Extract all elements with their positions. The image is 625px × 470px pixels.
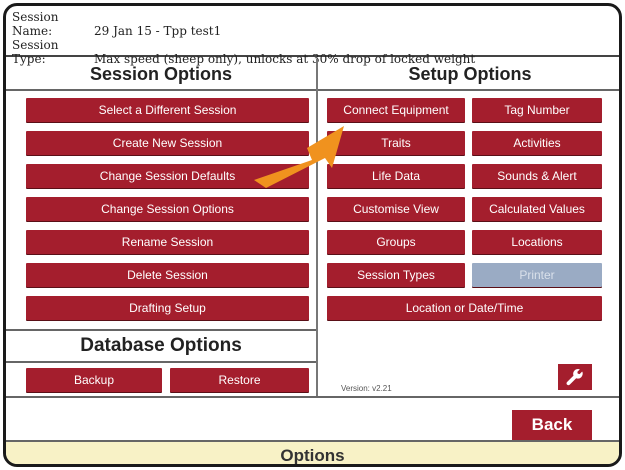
traits-button[interactable]: Traits	[327, 131, 465, 155]
rename-session-button[interactable]: Rename Session	[26, 230, 309, 254]
life-data-button[interactable]: Life Data	[327, 164, 465, 188]
calculated-values-button[interactable]: Calculated Values	[472, 197, 602, 221]
sounds-alert-button[interactable]: Sounds & Alert	[472, 164, 602, 188]
create-new-session-button[interactable]: Create New Session	[26, 131, 309, 155]
version-label: Version: v2.21	[341, 384, 392, 393]
locations-button[interactable]: Locations	[472, 230, 602, 254]
session-info-header: Session Name: 29 Jan 15 - Tpp test1 Sessi…	[6, 6, 619, 66]
footer-title: Options	[6, 440, 619, 464]
options-screen: Session Name: 29 Jan 15 - Tpp test1 Sessi…	[3, 3, 622, 467]
session-types-button[interactable]: Session Types	[327, 263, 465, 287]
customise-view-button[interactable]: Customise View	[327, 197, 465, 221]
change-session-defaults-button[interactable]: Change Session Defaults	[26, 164, 309, 188]
setup-options-title: Setup Options	[318, 59, 619, 91]
session-name-row: Session Name: 29 Jan 15 - Tpp test1	[12, 10, 613, 38]
session-name-value: 29 Jan 15 - Tpp test1	[94, 24, 222, 38]
drafting-setup-button[interactable]: Drafting Setup	[26, 296, 309, 320]
restore-button[interactable]: Restore	[170, 368, 309, 392]
groups-button[interactable]: Groups	[327, 230, 465, 254]
activities-button[interactable]: Activities	[472, 131, 602, 155]
tag-number-button[interactable]: Tag Number	[472, 98, 602, 122]
database-options-title: Database Options	[6, 329, 316, 363]
select-different-session-button[interactable]: Select a Different Session	[26, 98, 309, 122]
change-session-options-button[interactable]: Change Session Options	[26, 197, 309, 221]
session-name-label: Session Name:	[12, 10, 59, 38]
wrench-button[interactable]	[558, 364, 592, 390]
wrench-icon	[566, 369, 583, 386]
printer-button[interactable]: Printer	[472, 263, 602, 287]
delete-session-button[interactable]: Delete Session	[26, 263, 309, 287]
back-button[interactable]: Back	[512, 410, 592, 440]
backup-button[interactable]: Backup	[26, 368, 162, 392]
bottom-divider	[6, 396, 619, 398]
column-divider	[316, 59, 318, 396]
location-date-time-button[interactable]: Location or Date/Time	[327, 296, 602, 320]
connect-equipment-button[interactable]: Connect Equipment	[327, 98, 465, 122]
session-options-title: Session Options	[6, 59, 316, 91]
